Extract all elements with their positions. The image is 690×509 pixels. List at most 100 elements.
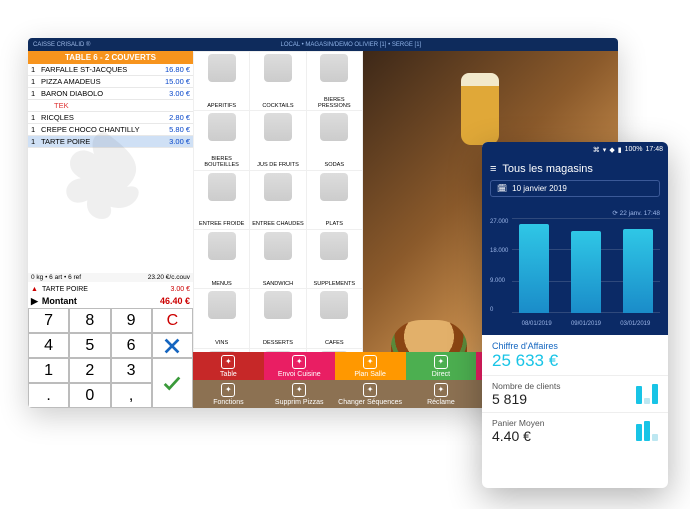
action-envoi-cuisine[interactable]: ✦Envoi Cuisine [264,352,335,380]
line-price: 15.00 € [156,77,190,86]
key-1[interactable]: 1 [28,358,69,383]
category-supplements[interactable]: SUPPLEMENTS [307,230,362,288]
category-thumb [264,232,292,260]
metric-value: 5 819 [492,391,636,407]
category-bieres-bouteilles[interactable]: BIERES BOUTEILLES [194,111,249,169]
category-thumb [320,232,348,260]
chart-bar[interactable] [571,231,601,313]
action-supprim-pizzas[interactable]: ✦Supprim Pizzas [264,380,335,408]
category-desserts[interactable]: DESSERTS [250,289,305,347]
action-icon: ✦ [434,355,448,369]
wifi-icon: ▾ [603,146,607,154]
date-picker[interactable]: 🗓 10 janvier 2019 [490,180,660,197]
category-sandwich[interactable]: SANDWICH [250,230,305,288]
mobile-title-row[interactable]: ≡ Tous les magasins [490,163,660,175]
metric-value: 4.40 € [492,428,636,444]
key-3[interactable]: 3 [111,358,152,383]
chart-bar[interactable] [623,229,653,313]
key-5[interactable]: 5 [69,333,110,358]
line-price: 3.00 € [156,89,190,98]
action-icon: ✦ [221,383,235,397]
category-vins[interactable]: VINS [194,289,249,347]
category-thumb [208,291,236,319]
battery-pct: 100% [625,146,643,153]
line-qty: 1 [31,113,41,122]
category-bieres-pressions[interactable]: BIERES PRESSIONS [307,52,362,110]
logo-watermark [50,121,160,231]
key-6[interactable]: 6 [111,333,152,358]
category-thumb [208,113,236,141]
chart-bars [512,219,660,313]
key-✓[interactable] [152,358,193,408]
metric-revenue[interactable]: Chiffre d'Affaires 25 633 € [482,335,668,375]
ticket-panel: TABLE 6 - 2 COUVERTS 1FARFALLE ST-JACQUE… [28,51,193,408]
line-name: PIZZA AMADEUS [41,77,156,86]
beer-glass-graphic [461,73,499,145]
key-7[interactable]: 7 [28,308,69,333]
spark-bar [644,398,650,404]
category-cafes[interactable]: CAFES [307,289,362,347]
category-label: ENTREE CHAUDES [252,222,304,228]
category-plats[interactable]: PLATS [307,171,362,229]
title-bar: CAISSE CRISALID ® LOCAL • MAGASIN/DEMO O… [28,38,618,51]
line-qty: 1 [31,65,41,74]
ticket-header: TABLE 6 - 2 COUVERTS [28,51,193,64]
ticket-line[interactable]: TEK [28,100,193,112]
key-9[interactable]: 9 [111,308,152,333]
chart-bar[interactable] [519,224,549,313]
ticket-line[interactable]: 1BARON DIABOLO3.00 € [28,88,193,100]
action-icon: ✦ [363,355,377,369]
action-table[interactable]: ✦Table [193,352,264,380]
metric-label: Nombre de clients [492,381,636,391]
action-plan-salle[interactable]: ✦Plan Salle [335,352,406,380]
action-label: Envoi Cuisine [278,371,321,378]
key-4[interactable]: 4 [28,333,69,358]
x-tick: 03/01/2019 [620,321,650,327]
key-✕[interactable] [152,333,193,358]
action-réclame[interactable]: ✦Réclame [406,380,477,408]
category-label: SUPPLEMENTS [313,282,355,288]
action-changer-séquences[interactable]: ✦Changer Séquences [335,380,406,408]
summary-right: 23.20 €/c.couv [148,274,190,281]
category-thumb [264,54,292,82]
battery-icon: ▮ [618,146,622,154]
ticket-line[interactable]: 1PIZZA AMADEUS15.00 € [28,76,193,88]
status-time: 17:48 [645,146,663,153]
date-value: 10 janvier 2019 [512,184,567,193]
category-cocktails[interactable]: COCKTAILS [250,52,305,110]
category-entree-chaudes[interactable]: ENTREE CHAUDES [250,171,305,229]
action-direct[interactable]: ✦Direct [406,352,477,380]
category-jus-de-fruits[interactable]: JUS DE FRUITS [250,111,305,169]
category-entree-froide[interactable]: ENTREE FROIDE [194,171,249,229]
y-axis: 27.00018.0009.0000 [490,219,512,313]
category-label: JUS DE FRUITS [257,163,299,169]
category-thumb [320,173,348,201]
hamburger-icon[interactable]: ≡ [490,163,496,175]
category-thumb [320,54,348,82]
key-0[interactable]: 0 [69,383,110,408]
key-,[interactable]: , [111,383,152,408]
category-menus[interactable]: MENUS [194,230,249,288]
action-label: Supprim Pizzas [275,399,324,406]
metric-revenue-label: Chiffre d'Affaires [492,341,658,351]
metric-nombre-de-clients[interactable]: Nombre de clients5 819 [482,375,668,412]
metric-panier-moyen[interactable]: Panier Moyen4.40 € [482,412,668,449]
key-.[interactable]: . [28,383,69,408]
category-label: VINS [215,341,228,347]
action-fonctions[interactable]: ✦Fonctions [193,380,264,408]
metric-label: Panier Moyen [492,418,636,428]
category-sodas[interactable]: SODAS [307,111,362,169]
category-thumb [320,291,348,319]
key-2[interactable]: 2 [69,358,110,383]
header-context: LOCAL • MAGASIN/DEMO OLIVIER [1] • SERGE… [90,42,611,48]
category-label: PLATS [326,222,343,228]
y-tick: 0 [490,307,512,313]
key-8[interactable]: 8 [69,308,110,333]
key-c[interactable]: C [152,308,193,333]
spark-bar [652,384,658,404]
category-aperitifs[interactable]: APERITIFS [194,52,249,110]
category-label: BIERES PRESSIONS [308,98,361,109]
category-label: CAFES [325,341,344,347]
ticket-line[interactable]: 1FARFALLE ST-JACQUES16.80 € [28,64,193,76]
line-name: BARON DIABOLO [41,89,156,98]
